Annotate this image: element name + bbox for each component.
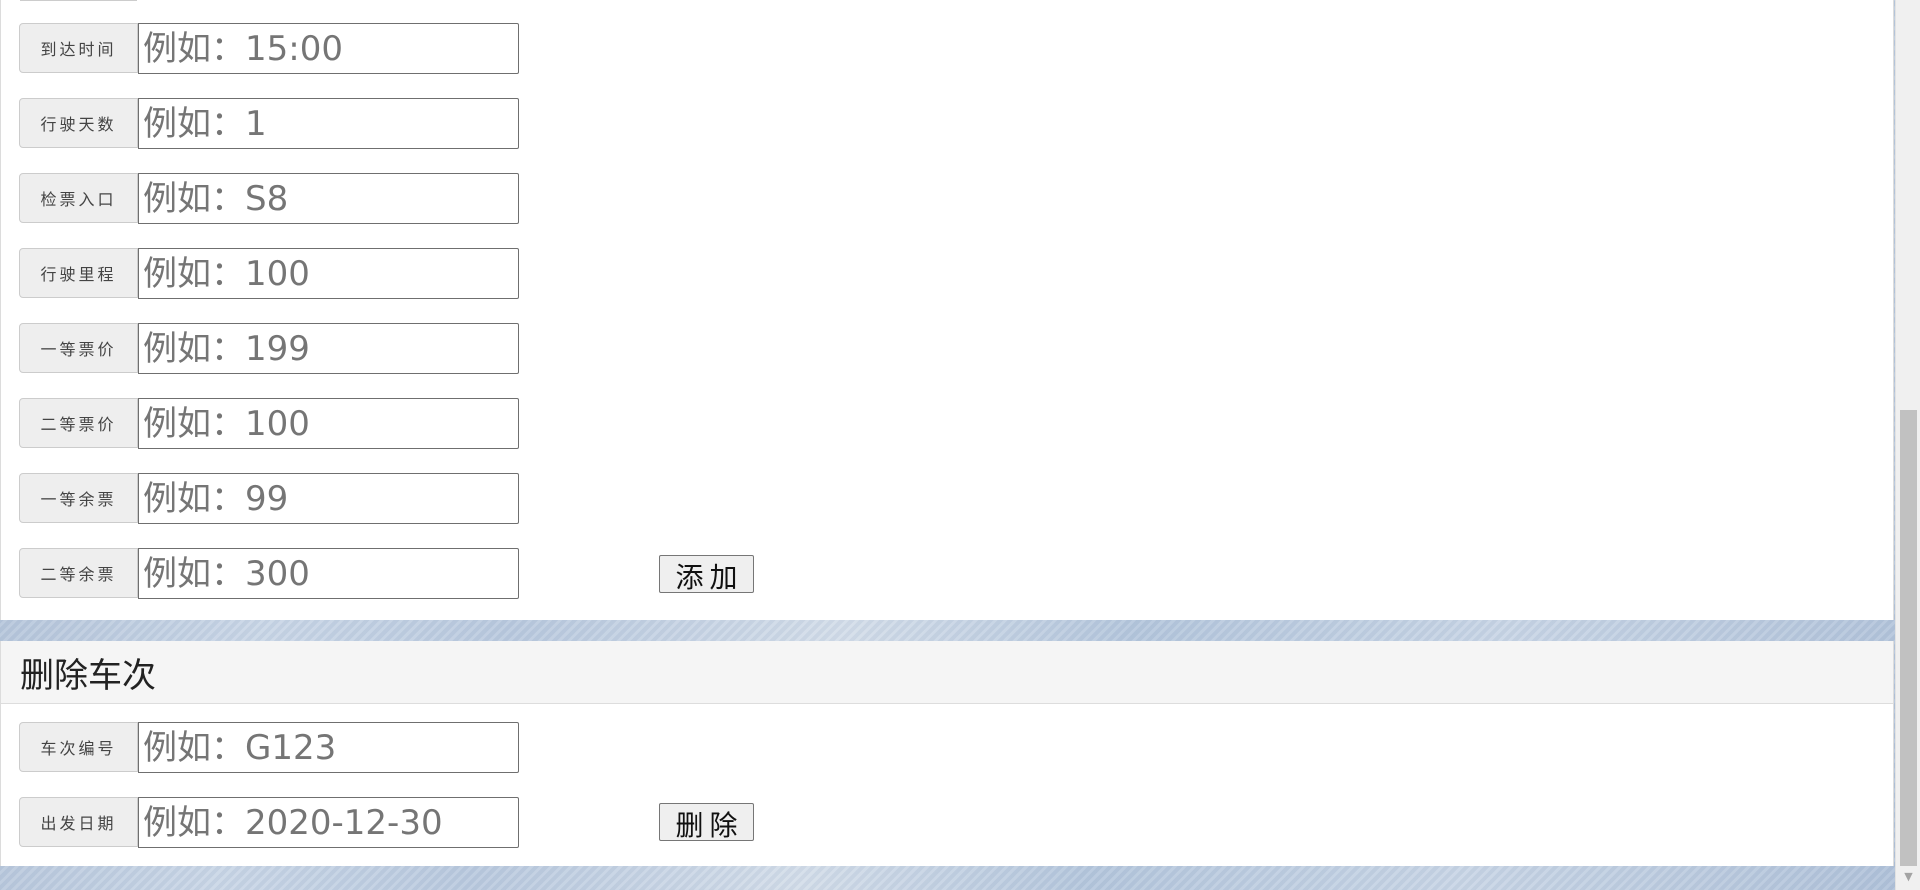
field-label-travel-days: 行驶天数	[19, 98, 138, 148]
field-label-arrival-time: 到达时间	[19, 23, 138, 73]
distance-input[interactable]	[138, 248, 519, 299]
second-class-price-input[interactable]	[138, 398, 519, 449]
field-label-departure-date: 出发日期	[19, 797, 138, 847]
scroll-down-arrow-icon[interactable]: ▼	[1896, 868, 1920, 885]
vertical-scrollbar[interactable]: ▼	[1895, 0, 1920, 890]
field-label-second-class-remaining: 二等余票	[19, 548, 138, 598]
first-class-remaining-input[interactable]	[138, 473, 519, 524]
second-class-remaining-input[interactable]	[138, 548, 519, 599]
scrollbar-thumb[interactable]	[1900, 410, 1917, 866]
add-train-panel: 到达时间 行驶天数 检票入口 行驶里程 一等票价 二等票价 一等余票 二等余票 …	[0, 0, 1894, 620]
add-train-button[interactable]: 添加	[659, 555, 754, 594]
first-class-price-input[interactable]	[138, 323, 519, 374]
delete-train-button[interactable]: 删除	[659, 803, 754, 842]
field-label-distance: 行驶里程	[19, 248, 138, 298]
field-label-ticket-gate: 检票入口	[19, 173, 138, 223]
arrival-time-input[interactable]	[138, 23, 519, 74]
train-number-input[interactable]	[138, 722, 519, 773]
delete-train-panel: 删除车次 车次编号 出发日期 删除	[0, 641, 1894, 866]
field-label-first-class-remaining: 一等余票	[19, 473, 138, 523]
ticket-gate-input[interactable]	[138, 173, 519, 224]
field-label-first-class-price: 一等票价	[19, 323, 138, 373]
travel-days-input[interactable]	[138, 98, 519, 149]
field-label-train-number: 车次编号	[19, 722, 138, 772]
previous-row-edge	[20, 0, 137, 1]
field-label-second-class-price: 二等票价	[19, 398, 138, 448]
departure-date-input[interactable]	[138, 797, 519, 848]
delete-train-title: 删除车次	[1, 641, 1893, 704]
